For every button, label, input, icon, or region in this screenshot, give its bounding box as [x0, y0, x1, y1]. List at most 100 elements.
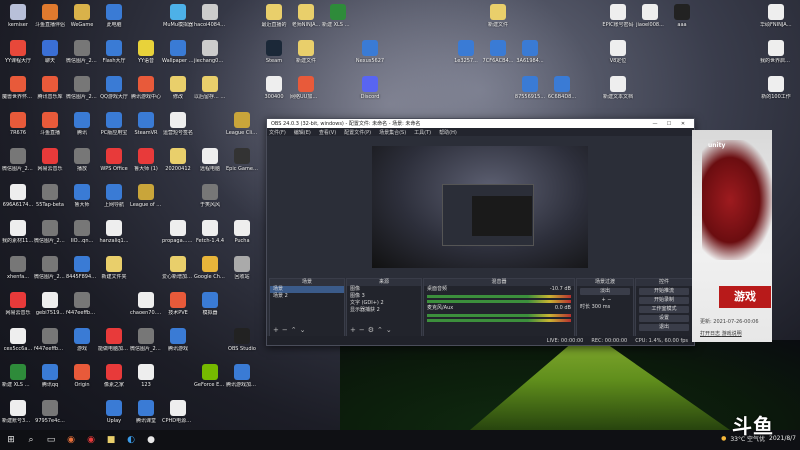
obs-taskbar-icon[interactable]: ●: [142, 433, 160, 447]
desktop-icon[interactable]: Steam: [258, 40, 290, 64]
desktop-icon[interactable]: 微信图片_20200508: [2, 148, 34, 172]
menu-help[interactable]: 帮助(H): [439, 129, 457, 136]
desktop-icon[interactable]: 20200412: [162, 148, 194, 172]
desktop-icon[interactable]: Flash大厅: [98, 40, 130, 64]
desktop-icon[interactable]: 此电脑: [98, 4, 130, 28]
desktop-icon[interactable]: 腾讯音乐库: [34, 76, 66, 100]
desktop-icon[interactable]: YY课程大厅: [2, 40, 34, 64]
desktop-icon[interactable]: League Client: [226, 112, 258, 136]
desktop-icon[interactable]: f447eeffbd...: [34, 328, 66, 352]
desktop-icon[interactable]: EPIC账号密码: [602, 4, 634, 28]
desktop-icon[interactable]: Epic Games Launcher: [226, 148, 258, 172]
desktop-icon[interactable]: f447eeffbd...: [66, 292, 98, 316]
desktop-icon[interactable]: 远程电脑: [194, 148, 226, 172]
windows-start-icon[interactable]: ⊞: [2, 433, 20, 447]
desktop-icon[interactable]: propaga...交了: [162, 220, 194, 244]
desktop-icon[interactable]: WPS Office: [98, 148, 130, 172]
desktop-icon[interactable]: 新建账号3服务器: [2, 400, 34, 424]
desktop-icon[interactable]: 新建文本文档: [602, 76, 634, 100]
desktop-icon[interactable]: 微信图片_2021030: [34, 220, 66, 244]
obs-titlebar[interactable]: OBS 24.0.3 (32-bit, windows) - 配置文件: 未命名…: [267, 119, 694, 128]
desktop-icon[interactable]: 网络UU加速器: [290, 76, 322, 100]
desktop-icon[interactable]: 网易云音乐: [2, 292, 34, 316]
desktop-icon[interactable]: 新建 XLS 工作表(2): [322, 4, 354, 28]
source-add-remove-buttons[interactable]: +−⚙⌃⌄: [350, 326, 395, 334]
desktop-icon[interactable]: jiaoel008...: [634, 4, 666, 28]
open-log-link[interactable]: 打开日志: [700, 331, 720, 337]
desktop-icon[interactable]: 上网导航: [98, 184, 130, 208]
maximize-icon[interactable]: ☐: [662, 121, 676, 127]
desktop-icon[interactable]: 微信图片_20210: [66, 76, 98, 100]
desktop-icon[interactable]: 腾讯游戏加速器: [226, 364, 258, 388]
scene-item[interactable]: 场景 2: [270, 293, 344, 300]
desktop-icon[interactable]: 8445F8941 迷你世界: [66, 256, 98, 280]
settings-button[interactable]: 设置: [639, 315, 689, 322]
desktop-icon[interactable]: 聊天: [34, 40, 66, 64]
desktop-icon[interactable]: 鲁大师 (1): [130, 148, 162, 172]
desktop-icon[interactable]: 微信图片_2021030: [34, 256, 66, 280]
duration-field[interactable]: 时长 300 ms: [577, 304, 633, 311]
desktop-icon[interactable]: 能做电脑加速器: [98, 328, 130, 352]
desktop-icon[interactable]: PC版应用宝: [98, 112, 130, 136]
desktop-icon[interactable]: 魔兽世界怀旧服: [2, 76, 34, 100]
menu-edit[interactable]: 编辑(E): [294, 129, 311, 136]
desktop-icon[interactable]: xhenfa...: [2, 256, 34, 280]
desktop-icon[interactable]: QQ游戏大厅: [98, 76, 130, 100]
desktop-icon[interactable]: Origin: [66, 364, 98, 388]
desktop-icon[interactable]: hacoi4084...以下: [194, 4, 226, 28]
desktop-icon[interactable]: 像素之家: [98, 364, 130, 388]
desktop-icon[interactable]: 7CF6ACB4...: [482, 40, 514, 64]
desktop-icon[interactable]: 3A61984...: [514, 40, 546, 64]
desktop-icon[interactable]: 模拟器: [194, 292, 226, 316]
menu-profile[interactable]: 配置文件(P): [344, 129, 371, 136]
source-item[interactable]: 显示器捕获 2: [347, 307, 421, 314]
desktop-icon[interactable]: gebi7519...: [34, 292, 66, 316]
game-help-link[interactable]: 游戏说明: [722, 331, 742, 337]
search-icon[interactable]: ⌕: [22, 433, 40, 447]
menu-view[interactable]: 查看(V): [319, 129, 336, 136]
add-transition-icon[interactable]: + −: [577, 297, 633, 304]
desktop-icon[interactable]: Nexus5627: [354, 40, 386, 64]
desktop-icon[interactable]: 修改: [162, 76, 194, 100]
desktop-icon[interactable]: 300400: [258, 76, 290, 100]
desktop-icon[interactable]: 于笑风风: [194, 184, 226, 208]
desktop-icon[interactable]: 55Tap-beta: [34, 184, 66, 208]
desktop-icon[interactable]: 97957e4c...: [34, 400, 66, 424]
desktop-icon[interactable]: Discord: [354, 76, 386, 100]
desktop-icon[interactable]: 新建文件夹: [98, 256, 130, 280]
desktop-icon[interactable]: 最近直播的: [258, 4, 290, 28]
desktop-icon[interactable]: 腾讯游戏: [162, 328, 194, 352]
menu-scene-collection[interactable]: 场景集合(S): [379, 129, 406, 136]
desktop-icon[interactable]: MuMu模拟器: [162, 4, 194, 28]
desktop-icon[interactable]: 新建文件: [482, 4, 514, 28]
desktop-icon[interactable]: 鲁大师: [66, 184, 98, 208]
scene-item[interactable]: 场景: [270, 286, 344, 293]
edge-taskbar-icon[interactable]: ◐: [122, 433, 140, 447]
desktop-icon[interactable]: 斗鱼直播: [34, 112, 66, 136]
desktop-icon[interactable]: 腾讯: [66, 112, 98, 136]
desktop-icon[interactable]: YY语音: [130, 40, 162, 64]
desktop-icon[interactable]: 回收站: [226, 256, 258, 280]
desktop-icon[interactable]: League of Legends: [130, 184, 162, 208]
desktop-icon[interactable]: 老师NINJA...: [290, 4, 322, 28]
desktop-icon[interactable]: 6C6B4D8...: [546, 76, 578, 100]
desktop-icon[interactable]: chaoen70...以下: [130, 292, 162, 316]
desktop-icon[interactable]: 我的素材1158: [2, 220, 34, 244]
desktop-icon[interactable]: jiechang09...: [194, 40, 226, 64]
desktop-icon[interactable]: IIO...qn...: [66, 220, 98, 244]
desktop-icon[interactable]: aaa: [666, 4, 698, 28]
douyu-taskbar-icon[interactable]: ◉: [62, 433, 80, 447]
desktop-icon[interactable]: V8定位: [602, 40, 634, 64]
close-icon[interactable]: ✕: [676, 121, 690, 127]
desktop-icon[interactable]: 87556915...: [514, 76, 546, 100]
menu-file[interactable]: 文件(F): [269, 129, 286, 136]
start-streaming-button[interactable]: 开始推流: [639, 288, 689, 295]
obs-preview[interactable]: [372, 146, 588, 268]
scene-add-remove-buttons[interactable]: +−⌃⌄: [273, 326, 308, 334]
menu-tools[interactable]: 工具(T): [414, 129, 431, 136]
folder-taskbar-icon[interactable]: ■: [102, 433, 120, 447]
desktop-icon[interactable]: 新建文件: [290, 40, 322, 64]
desktop-icon[interactable]: 斗鱼直播伴侣: [34, 4, 66, 28]
desktop-icon[interactable]: Uplay: [98, 400, 130, 424]
desktop-icon[interactable]: Pucha: [226, 220, 258, 244]
